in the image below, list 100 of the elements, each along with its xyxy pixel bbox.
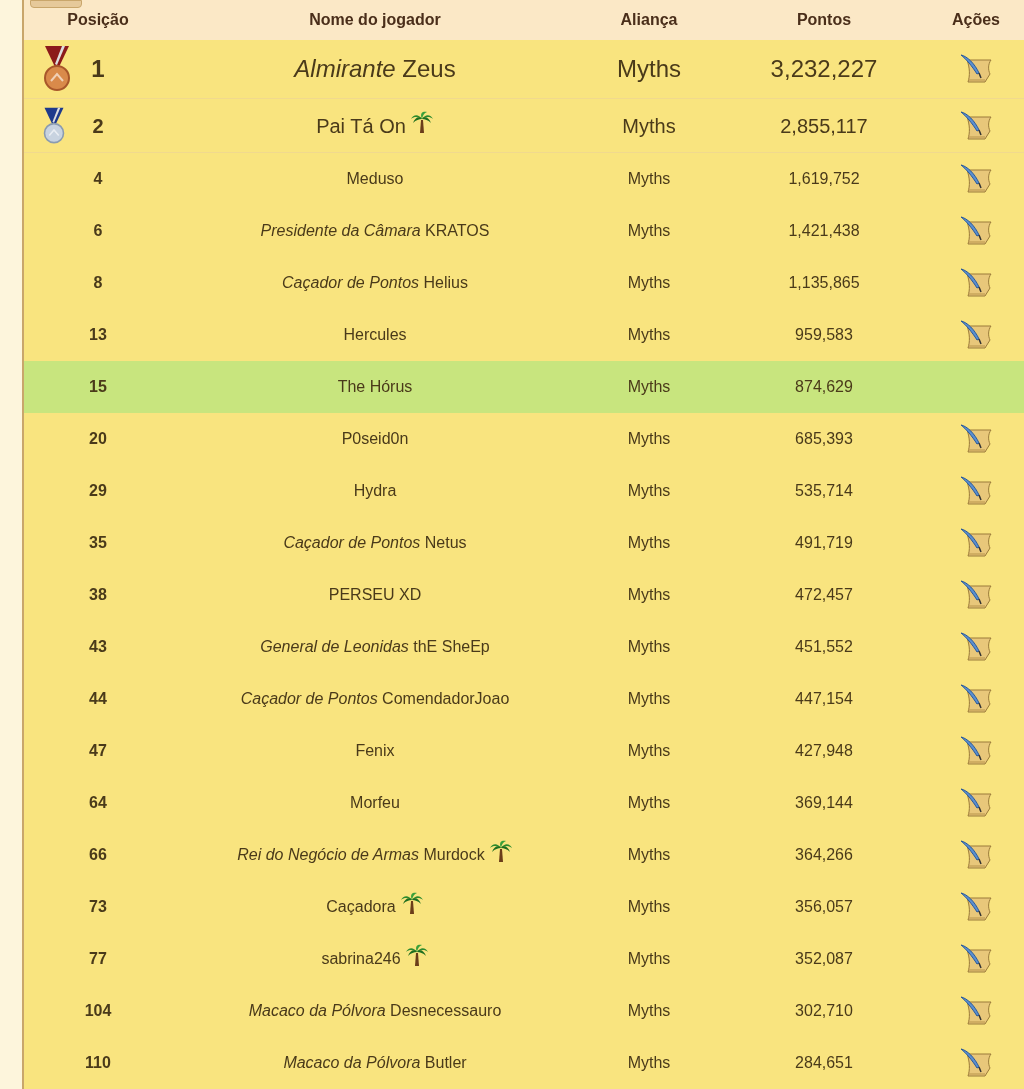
alliance-name[interactable]: Myths — [627, 687, 671, 711]
scroll-quill-icon[interactable] — [959, 580, 993, 610]
scroll-quill-icon[interactable] — [959, 892, 993, 922]
player-name[interactable]: General de Leonidas thE SheEp — [260, 635, 490, 659]
player-name[interactable]: Pai Tá On — [316, 110, 406, 141]
points-text: 451,552 — [795, 637, 853, 657]
rank-text: 66 — [89, 845, 107, 865]
player-name[interactable]: Caçador de Pontos ComendadorJoao — [240, 687, 510, 711]
alliance-name[interactable]: Myths — [627, 635, 671, 659]
scroll-quill-icon[interactable] — [959, 736, 993, 766]
scroll-quill-icon[interactable] — [959, 216, 993, 246]
palm-tree-icon — [399, 891, 424, 915]
points-text: 535,714 — [795, 481, 853, 501]
rank-text: 77 — [89, 949, 107, 969]
points-text: 472,457 — [795, 585, 853, 605]
player-name[interactable]: The Hórus — [337, 375, 413, 399]
alliance-name[interactable]: Myths — [627, 427, 671, 451]
alliance-name[interactable]: Myths — [627, 895, 671, 919]
rank-text: 38 — [89, 585, 107, 605]
points-text: 874,629 — [795, 377, 853, 397]
rank-text: 2 — [92, 113, 104, 139]
points-text: 352,087 — [795, 949, 853, 969]
player-name[interactable]: Morfeu — [350, 791, 400, 815]
scroll-quill-icon[interactable] — [959, 684, 993, 714]
alliance-name[interactable]: Myths — [627, 167, 671, 191]
alliance-name[interactable]: Myths — [627, 947, 671, 971]
points-text: 959,583 — [795, 325, 853, 345]
alliance-name[interactable]: Myths — [627, 375, 671, 399]
points-text: 302,710 — [795, 1001, 853, 1021]
points-text: 447,154 — [795, 689, 853, 709]
scroll-quill-icon[interactable] — [959, 110, 993, 141]
alliance-name[interactable]: Myths — [627, 479, 671, 503]
rank-text: 43 — [89, 637, 107, 657]
alliance-name[interactable]: Myths — [627, 843, 671, 867]
alliance-name[interactable]: Myths — [627, 323, 671, 347]
rank-text: 8 — [93, 273, 103, 293]
player-name[interactable]: Macaco da Pólvora Desnecessauro — [248, 999, 502, 1023]
column-header: Aliança — [620, 10, 678, 30]
alliance-name[interactable]: Myths — [627, 219, 671, 243]
player-name[interactable]: Caçador de Pontos Helius — [282, 271, 468, 295]
rank-text: 44 — [89, 689, 107, 709]
alliance-name[interactable]: Myths — [627, 583, 671, 607]
player-name[interactable]: Rei do Negócio de Armas Murdock — [237, 843, 485, 867]
player-name[interactable]: Macaco da Pólvora Butler — [283, 1051, 467, 1075]
alliance-name[interactable]: Myths — [627, 791, 671, 815]
rank-text: 73 — [89, 897, 107, 917]
player-name[interactable]: Meduso — [346, 167, 404, 191]
rank-text: 104 — [84, 1001, 112, 1021]
alliance-name[interactable]: Myths — [627, 531, 671, 555]
rank-text: 4 — [93, 169, 103, 189]
alliance-name[interactable]: Myths — [622, 110, 676, 141]
player-name[interactable]: Hercules — [343, 323, 407, 347]
points-text: 1,619,752 — [788, 169, 860, 189]
player-name[interactable]: Caçador de Pontos Netus — [283, 531, 467, 555]
points-text: 491,719 — [795, 533, 853, 553]
rank-text: 64 — [89, 793, 107, 813]
points-text: 284,651 — [795, 1053, 853, 1073]
player-name[interactable]: Fenix — [355, 739, 395, 763]
scroll-quill-icon[interactable] — [959, 320, 993, 350]
alliance-name[interactable]: Myths — [627, 739, 671, 763]
alliance-name[interactable]: Myths — [627, 1051, 671, 1075]
points-text: 685,393 — [795, 429, 853, 449]
scroll-quill-icon[interactable] — [959, 424, 993, 454]
scroll-quill-icon[interactable] — [959, 476, 993, 506]
player-name[interactable]: Hydra — [353, 479, 397, 503]
points-text: 1,421,438 — [788, 221, 860, 241]
player-name[interactable]: sabrina246 — [321, 947, 401, 971]
scroll-quill-icon[interactable] — [959, 788, 993, 818]
scroll-quill-icon[interactable] — [959, 528, 993, 558]
rank-text: 47 — [89, 741, 107, 761]
points-text: 1,135,865 — [788, 273, 860, 293]
player-name[interactable]: Caçadora — [326, 895, 396, 919]
alliance-name[interactable]: Myths — [627, 271, 671, 295]
column-header: Ações — [952, 10, 1000, 30]
points-text: 364,266 — [795, 845, 853, 865]
alliance-name[interactable]: Myths — [617, 51, 681, 87]
palm-tree-icon — [404, 943, 429, 967]
points-text: 356,057 — [795, 897, 853, 917]
player-name[interactable]: PERSEU XD — [328, 583, 422, 607]
scroll-quill-icon[interactable] — [959, 54, 993, 84]
rank-text: 15 — [89, 377, 107, 397]
scroll-quill-icon[interactable] — [959, 944, 993, 974]
rank-text: 1 — [91, 54, 105, 84]
rank-text: 20 — [89, 429, 107, 449]
scroll-quill-icon[interactable] — [959, 840, 993, 870]
scroll-quill-icon[interactable] — [959, 996, 993, 1026]
rank-text: 29 — [89, 481, 107, 501]
scroll-quill-icon[interactable] — [959, 1048, 993, 1078]
palm-tree-icon — [409, 109, 434, 134]
alliance-name[interactable]: Myths — [627, 999, 671, 1023]
player-name[interactable]: Almirante Zeus — [294, 51, 456, 87]
player-name[interactable]: Presidente da Câmara KRATOS — [260, 219, 490, 243]
player-name[interactable]: P0seid0n — [341, 427, 409, 451]
rank-text: 110 — [85, 1053, 111, 1073]
ranking-row[interactable]: 15 The Hórus Myths 874,629 — [24, 361, 1024, 413]
scroll-quill-icon[interactable] — [959, 268, 993, 298]
scroll-quill-icon[interactable] — [959, 632, 993, 662]
column-header: Posição — [67, 10, 129, 30]
palm-tree-icon — [488, 839, 513, 863]
scroll-quill-icon[interactable] — [959, 164, 993, 194]
